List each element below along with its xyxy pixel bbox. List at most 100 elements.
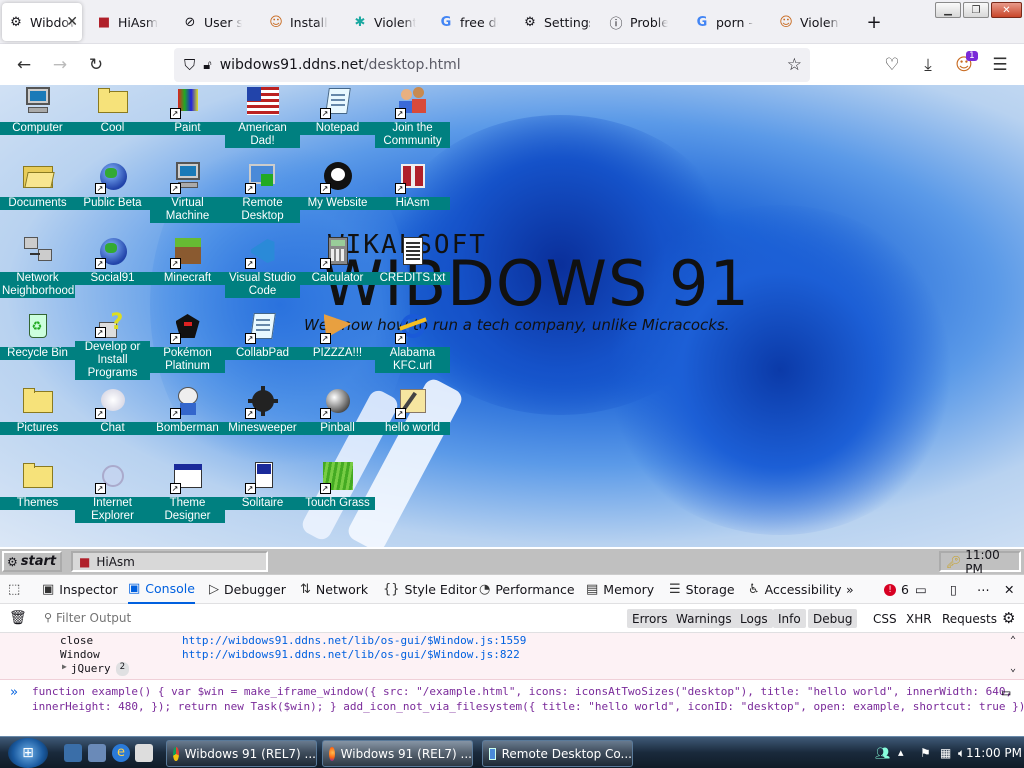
tab-console[interactable]: ▣ Console (128, 575, 195, 604)
filter-debug[interactable]: Debug (808, 609, 858, 628)
filter-info[interactable]: Info (773, 609, 806, 628)
scroll-up-icon[interactable]: ⌃ (1010, 635, 1016, 646)
dock-side-icon[interactable]: ▯ (950, 575, 957, 604)
notepad-icon[interactable] (135, 744, 153, 762)
tab-storage[interactable]: ☰ Storage (669, 575, 735, 604)
desktop-icon-remote-desktop[interactable]: ↗ Remote Desktop (225, 160, 300, 230)
explorer-icon[interactable] (88, 744, 106, 762)
jquery-object-row[interactable]: ▶ jQuery 2 (62, 662, 129, 676)
bookmark-star-icon[interactable]: ☆ (787, 55, 802, 75)
desktop-icon-public-beta[interactable]: ↗ Public Beta (75, 160, 150, 230)
desktop-icon-my-website[interactable]: ↗ My Website (300, 160, 375, 230)
desktop-icon-pinball[interactable]: ↗ Pinball (300, 385, 375, 455)
trash-icon[interactable]: 🗑︎ (9, 610, 27, 626)
tab-accessibility[interactable]: ♿︎ Accessibility (748, 575, 842, 604)
source-link[interactable]: http://wibdows91.ddns.net/lib/os-gui/$Wi… (182, 634, 526, 648)
filter-requests[interactable]: Requests (937, 609, 1002, 628)
desktop-icon-bomberman[interactable]: ↗ Bomberman (150, 385, 225, 455)
desktop-icon-recycle-bin[interactable]: ♻ Recycle Bin (0, 310, 75, 380)
desktop-icon-join-the-community[interactable]: ↗ Join the Community (375, 85, 450, 155)
network-users-icon[interactable]: 👥︎ (875, 746, 890, 760)
desktop-icon-notepad[interactable]: ↗ Notepad (300, 85, 375, 155)
shield-icon[interactable]: ⛉ (184, 56, 195, 74)
tab-performance[interactable]: ◔ Performance (479, 575, 575, 604)
tab-wibdows[interactable]: ⚙ Wibdows 91 ✕ (2, 3, 82, 41)
taskbar-item-hiasm[interactable]: ■ HiAsm (71, 551, 268, 572)
desktop-icon-american-dad[interactable]: American Dad! (225, 85, 300, 155)
desktop-icon-credits-txt[interactable]: CREDITS.txt (375, 235, 450, 305)
tab-style-editor[interactable]: {} Style Editor (383, 575, 477, 604)
desktop-icon-visual-studio-code[interactable]: ↗ Visual Studio Code (225, 235, 300, 305)
split-console-icon[interactable]: ▭ (915, 575, 927, 604)
tab-violentmonkey-2[interactable]: ☺ Violentmonkey (772, 3, 846, 41)
download-icon[interactable]: ⤓ (913, 50, 943, 80)
tab-network[interactable]: ⇅ Network (300, 575, 368, 604)
desktop-icon-internet-explorer[interactable]: ↗ Internet Explorer (75, 460, 150, 530)
desktop-icon-alabama-kfc-url[interactable]: ↗ Alabama KFC.url (375, 310, 450, 380)
desktop-icon-minecraft[interactable]: ↗ Minecraft (150, 235, 225, 305)
new-tab-button[interactable]: + (860, 3, 888, 41)
tab-debugger[interactable]: ▷ Debugger (209, 575, 286, 604)
close-tab-icon[interactable]: ✕ (66, 14, 78, 30)
tab-search[interactable]: G porn - G (688, 3, 760, 41)
desktop-icon-minesweeper[interactable]: ↗ Minesweeper (225, 385, 300, 455)
forward-arrow-icon[interactable]: → (45, 50, 75, 80)
tab-hiasm[interactable]: ■ HiAsm (90, 3, 174, 41)
desktop-icon-pizzza[interactable]: ↗ PIZZZA!!! (300, 310, 375, 380)
taskbar-item-chrome[interactable]: Wibdows 91 (REL7) ... (166, 740, 317, 767)
insecure-lock-icon[interactable]: 🔓︎ (203, 58, 211, 73)
desktop-icon-chat[interactable]: ↗ Chat (75, 385, 150, 455)
url-bar[interactable]: ⛉ 🔓︎ wibdows91.ddns.net/desktop.html ☆ (174, 48, 810, 82)
desktop-icon-computer[interactable]: Computer (0, 85, 75, 155)
minimize-button[interactable]: ▁ (935, 2, 961, 18)
start-button[interactable]: ⚙ start (2, 551, 62, 572)
filter-output-input[interactable] (56, 608, 356, 628)
pocket-icon[interactable]: ♡ (877, 50, 907, 80)
desktop-icon-theme-designer[interactable]: ↗ Theme Designer (150, 460, 225, 530)
tab-free-den[interactable]: G free den (432, 3, 504, 41)
more-tabs-icon[interactable]: » (846, 575, 854, 604)
tray-arrow-icon[interactable]: ▴ (898, 746, 904, 759)
desktop-icon-develop-or-install-programs[interactable]: ? ↗ Develop or Install Programs (75, 310, 150, 380)
filter-logs[interactable]: Logs (735, 609, 773, 628)
expand-triangle-icon[interactable]: ▶ (62, 662, 67, 676)
tab-problem[interactable]: ⓘ Problem (602, 3, 674, 41)
wibdows-desktop[interactable]: WIKALSOFT WIBDOWS 91 We know how to run … (0, 85, 1024, 547)
filter-warnings[interactable]: Warnings (671, 609, 737, 628)
desktop-icon-collabpad[interactable]: ↗ CollabPad (225, 310, 300, 380)
filter-errors[interactable]: Errors (627, 609, 673, 628)
desktop-icon-social91[interactable]: ↗ Social91 (75, 235, 150, 305)
pick-element-icon[interactable]: ⬚ (8, 575, 20, 604)
desktop-icon-pok-mon-platinum[interactable]: ↗ Pokémon Platinum (150, 310, 225, 380)
flag-icon[interactable]: ⚑ (920, 746, 931, 760)
desktop-icon-documents[interactable]: Documents (0, 160, 75, 230)
tab-inspector[interactable]: ▣ Inspector (42, 575, 118, 604)
desktop-icon-cool[interactable]: Cool (75, 85, 150, 155)
filter-xhr[interactable]: XHR (901, 609, 937, 628)
reload-icon[interactable]: ↻ (81, 50, 111, 80)
tab-user-scripts[interactable]: ⊘ User scripts (176, 3, 248, 41)
desktop-icon-virtual-machine[interactable]: ↗ Virtual Machine (150, 160, 225, 230)
desktop-icon-hello-world[interactable]: ↗ hello world (375, 385, 450, 455)
extension-monkey-icon[interactable]: ☺ 1 (949, 50, 979, 80)
error-counter[interactable]: ! 6 (884, 575, 909, 604)
desktop-icon-solitaire[interactable]: ↗ Solitaire (225, 460, 300, 530)
tab-settings[interactable]: ⚙ Settings (516, 3, 596, 41)
restore-button[interactable]: ❐ (963, 2, 989, 18)
taskbar-item-remote-desktop[interactable]: Remote Desktop Co... (482, 740, 633, 767)
tab-violentmonkey[interactable]: ✱ Violentmonkey (346, 3, 422, 41)
windows-start-orb[interactable]: ⊞ (8, 738, 48, 768)
tab-memory[interactable]: ▤ Memory (586, 575, 654, 604)
source-link[interactable]: http://wibdows91.ddns.net/lib/os-gui/$Wi… (182, 648, 520, 662)
console-input[interactable]: » function example() { var $win = make_i… (0, 681, 1024, 737)
tab-installing[interactable]: ☺ Installing (262, 3, 334, 41)
console-settings-gear-icon[interactable]: ⚙ (1002, 609, 1015, 627)
taskbar-item-firefox[interactable]: Wibdows 91 (REL7) ... (322, 740, 473, 767)
desktop-icon-network-neighborhood[interactable]: Network Neighborhood (0, 235, 75, 305)
network-status-icon[interactable]: ▦ (940, 746, 951, 760)
show-desktop-icon[interactable] (64, 744, 82, 762)
desktop-icon-calculator[interactable]: ↗ Calculator (300, 235, 375, 305)
editor-mode-icon[interactable]: ▭ (1002, 685, 1010, 701)
options-menu-icon[interactable]: ⋯ (977, 575, 990, 604)
desktop-icon-pictures[interactable]: Pictures (0, 385, 75, 455)
